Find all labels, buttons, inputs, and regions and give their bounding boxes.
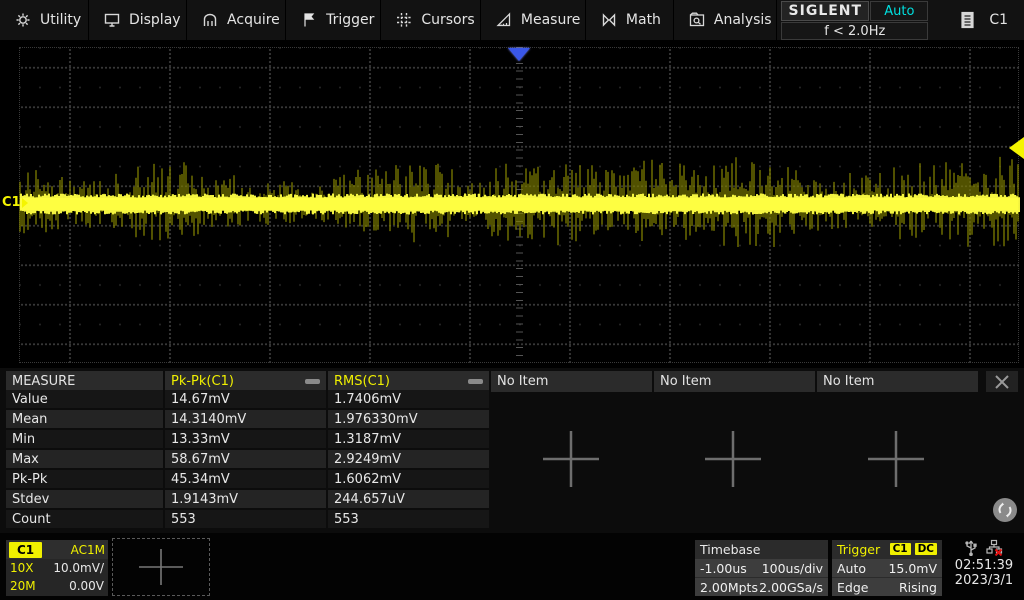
channel-bandwidth: 20M bbox=[10, 579, 36, 593]
cursors-icon bbox=[396, 12, 412, 28]
oscilloscope-screen: Utility Display Acquire Trigger Cursors … bbox=[0, 0, 1024, 600]
trigger-mode: Auto bbox=[837, 561, 866, 576]
channel-coupling: AC1M bbox=[71, 543, 105, 557]
bottom-status-bar: C1 AC1M 10X 10.0mV/ 20M 0.00V Timebase -… bbox=[0, 533, 1024, 600]
channel-scale: 10.0mV/ bbox=[53, 561, 104, 575]
channel-list-icon bbox=[960, 11, 975, 29]
channel-selector[interactable]: C1 bbox=[944, 0, 1024, 40]
measure-header-row: MEASURE Pk-Pk(C1) RMS(C1) No Item No Ite… bbox=[6, 371, 978, 392]
menu-label: Analysis bbox=[714, 12, 772, 28]
trigger-frequency-readout: f < 2.0Hz bbox=[781, 22, 928, 40]
trigger-source-badge: C1 bbox=[890, 543, 911, 555]
brand-status-block: SIGLENT Auto f < 2.0Hz bbox=[781, 1, 928, 39]
menu-item-display[interactable]: Display bbox=[89, 0, 187, 40]
menu-label: Display bbox=[129, 12, 181, 28]
trigger-position-marker[interactable] bbox=[508, 48, 530, 61]
trigger-flag-icon bbox=[301, 12, 317, 28]
siglent-logo: SIGLENT bbox=[781, 1, 869, 21]
menu-item-analysis[interactable]: Analysis bbox=[674, 0, 777, 40]
acquire-icon bbox=[202, 12, 218, 28]
trigger-title: Trigger bbox=[837, 542, 886, 557]
table-row: Max 58.67mV 2.9249mV bbox=[6, 450, 489, 470]
timebase-samplerate: 2.00GSa/s bbox=[759, 580, 823, 595]
measure-table: Value 14.67mV 1.7406mV Mean 14.3140mV 1.… bbox=[6, 390, 489, 530]
table-row: Stdev 1.9143mV 244.657uV bbox=[6, 490, 489, 510]
add-measure-button[interactable] bbox=[490, 390, 652, 528]
system-status-area: 02:51:39 2023/3/1 bbox=[948, 538, 1020, 596]
trigger-type: Edge bbox=[837, 580, 868, 595]
table-row: Pk-Pk 45.34mV 1.6062mV bbox=[6, 470, 489, 490]
display-icon bbox=[104, 12, 120, 28]
add-measure-area bbox=[490, 390, 977, 528]
plus-icon bbox=[693, 419, 773, 499]
timebase-delay: -1.00us bbox=[700, 561, 747, 576]
measure-column-pkpk[interactable]: Pk-Pk(C1) bbox=[165, 371, 326, 392]
channel1-badge: C1 bbox=[9, 542, 42, 558]
menu-item-measure[interactable]: Measure bbox=[481, 0, 586, 40]
timebase-title: Timebase bbox=[695, 540, 828, 558]
menu-label: Acquire bbox=[227, 12, 280, 28]
menu-label: Utility bbox=[40, 12, 81, 28]
touch-gesture-button[interactable] bbox=[992, 497, 1018, 527]
measure-column-empty-3[interactable]: No Item bbox=[817, 371, 978, 392]
trigger-level-marker[interactable] bbox=[1009, 137, 1024, 159]
analysis-icon bbox=[689, 12, 705, 28]
menu-item-trigger[interactable]: Trigger bbox=[286, 0, 381, 40]
measure-title: MEASURE bbox=[6, 371, 163, 392]
add-channel-button[interactable] bbox=[112, 538, 210, 596]
menu-label: Measure bbox=[521, 12, 581, 28]
menu-label: Math bbox=[626, 12, 661, 28]
plus-icon bbox=[531, 419, 611, 499]
table-row: Count 553 553 bbox=[6, 510, 489, 530]
trigger-descriptor-box[interactable]: Trigger C1 DC Auto 15.0mV Edge Rising bbox=[832, 540, 942, 596]
close-measure-button[interactable] bbox=[986, 371, 1018, 392]
channel-selector-label: C1 bbox=[989, 12, 1008, 28]
math-icon bbox=[601, 12, 617, 28]
measure-icon bbox=[496, 12, 512, 28]
plus-icon bbox=[856, 419, 936, 499]
timebase-scale: 100us/div bbox=[762, 561, 823, 576]
channel-marker-arrow-icon bbox=[22, 198, 28, 208]
lan-disconnected-icon bbox=[986, 539, 1004, 556]
measure-column-empty-2[interactable]: No Item bbox=[654, 371, 815, 392]
waveform-display: C1 bbox=[0, 42, 1024, 368]
menu-item-cursors[interactable]: Cursors bbox=[381, 0, 481, 40]
table-row: Min 13.33mV 1.3187mV bbox=[6, 430, 489, 450]
close-icon bbox=[994, 374, 1010, 390]
channel1-position-marker[interactable]: C1 bbox=[2, 195, 28, 210]
add-measure-button[interactable] bbox=[815, 390, 977, 528]
gear-icon bbox=[15, 12, 31, 28]
clock-date: 2023/3/1 bbox=[955, 573, 1013, 588]
measure-column-empty-1[interactable]: No Item bbox=[491, 371, 652, 392]
channel-offset: 0.00V bbox=[69, 579, 104, 593]
trigger-slope: Rising bbox=[899, 580, 937, 595]
plus-icon bbox=[135, 545, 187, 589]
menu-label: Cursors bbox=[421, 12, 474, 28]
clock-time: 02:51:39 bbox=[955, 558, 1013, 573]
timebase-descriptor-box[interactable]: Timebase -1.00us 100us/div 2.00Mpts 2.00… bbox=[695, 540, 828, 596]
channel-probe: 10X bbox=[10, 561, 34, 575]
acquisition-status-badge[interactable]: Auto bbox=[870, 1, 928, 21]
measure-column-rms[interactable]: RMS(C1) bbox=[328, 371, 489, 392]
remove-measure-icon[interactable] bbox=[305, 379, 320, 384]
touch-gesture-icon bbox=[992, 497, 1018, 523]
measure-panel: MEASURE Pk-Pk(C1) RMS(C1) No Item No Ite… bbox=[0, 368, 1024, 533]
menu-item-acquire[interactable]: Acquire bbox=[187, 0, 286, 40]
channel1-trace bbox=[0, 42, 1024, 368]
usb-icon bbox=[964, 539, 978, 556]
menu-label: Trigger bbox=[326, 12, 374, 28]
trigger-coupling-badge: DC bbox=[915, 543, 937, 555]
channel1-descriptor-box[interactable]: C1 AC1M 10X 10.0mV/ 20M 0.00V bbox=[6, 540, 108, 596]
menu-bar: Utility Display Acquire Trigger Cursors … bbox=[0, 0, 1024, 42]
timebase-points: 2.00Mpts bbox=[700, 580, 758, 595]
remove-measure-icon[interactable] bbox=[468, 379, 483, 384]
trigger-level: 15.0mV bbox=[888, 561, 937, 576]
table-row: Mean 14.3140mV 1.976330mV bbox=[6, 410, 489, 430]
menu-item-utility[interactable]: Utility bbox=[0, 0, 89, 40]
table-row: Value 14.67mV 1.7406mV bbox=[6, 390, 489, 410]
add-measure-button[interactable] bbox=[652, 390, 814, 528]
menu-item-math[interactable]: Math bbox=[586, 0, 674, 40]
